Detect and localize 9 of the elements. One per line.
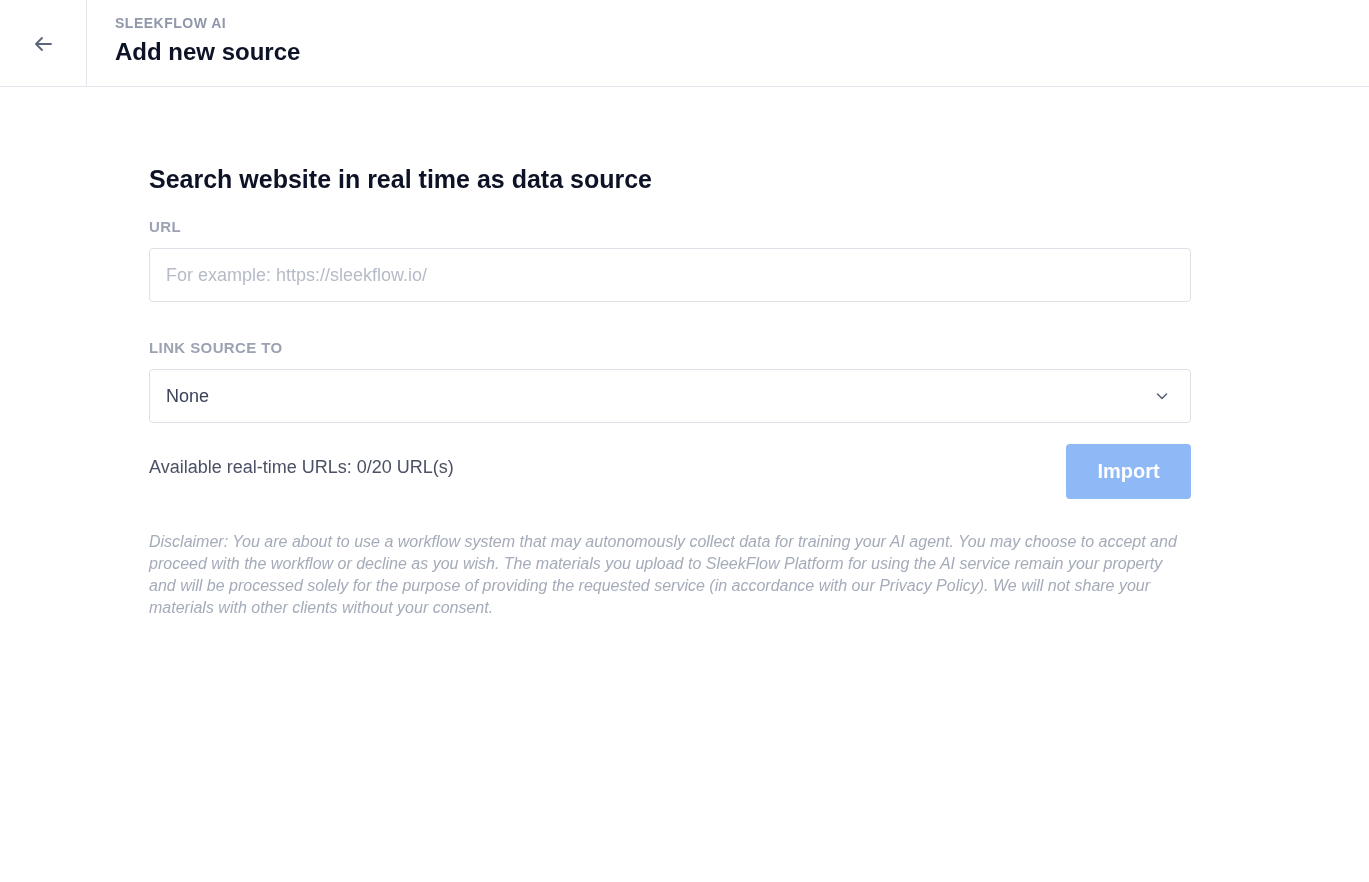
link-source-dropdown[interactable]: None [149, 369, 1191, 423]
section-heading: Search website in real time as data source [149, 165, 653, 194]
field-label: URL [149, 218, 183, 235]
available-urls-text: Available real-time URLs: 0/20 URL(s) [149, 457, 454, 478]
breadcrumb-label: SLEEKFLOW AI [115, 15, 228, 31]
url-input-field[interactable]: For example: https://sleekflow.io/ [149, 248, 1191, 302]
page-title: Add new source [115, 38, 301, 66]
disclaimer-text: Disclaimer: You are about to use a workflow system that may autonomously collect data for training your AI agent. You may choose to accept and proceed with the workflow or decline as you wish. The materials you upload to SleekFlow Platform for using the AI service remain your property and will be processed solely for the purpose of providing the requested service (in accordance with our Privacy Policy). We will not share your materials with other clients without your consent. [149, 532, 1179, 618]
field-label: LINK SOURCE TO [149, 339, 284, 356]
